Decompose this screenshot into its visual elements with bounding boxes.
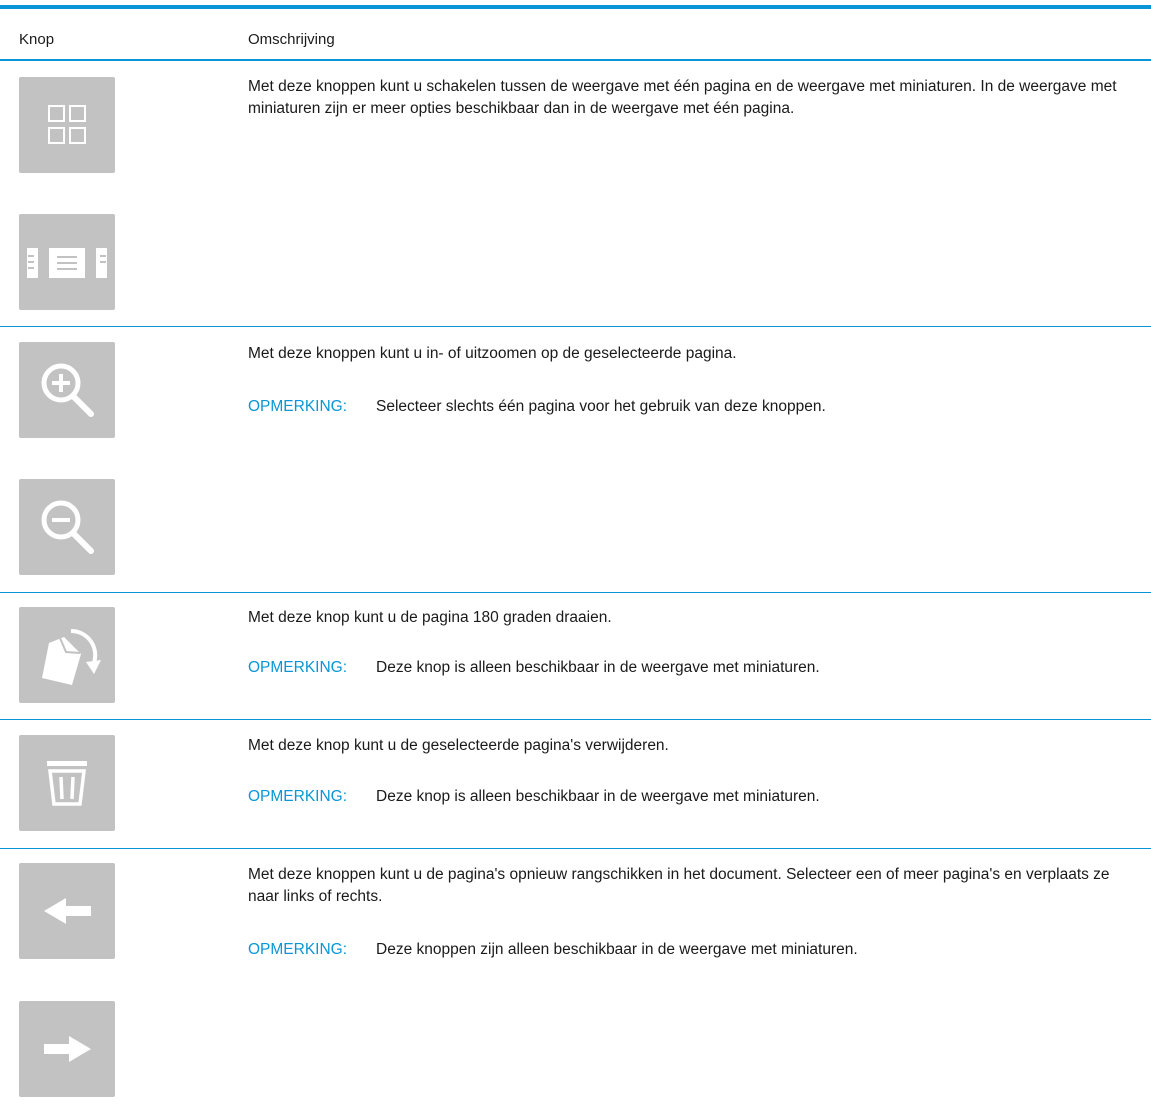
note-label: OPMERKING: [248, 398, 348, 415]
header-rule [0, 59, 1151, 61]
header-knop: Knop [19, 31, 55, 48]
arrow-left-icon [44, 898, 91, 924]
note: OPMERKING: Deze knoppen zijn alleen besch… [248, 939, 858, 961]
row-divider [0, 848, 1151, 849]
row-description: Met deze knoppen kunt u schakelen tussen… [248, 78, 1117, 117]
arrow-right-icon [44, 1036, 91, 1062]
button-description-table: Knop Omschrijving Met deze knoppen kunt … [0, 0, 1151, 1107]
note: OPMERKING: Deze knop is alleen beschikbaa… [248, 657, 820, 679]
note-text: Deze knop is alleen beschikbaar in de we… [376, 788, 820, 805]
note: OPMERKING: Selecteer slechts één pagina v… [248, 396, 826, 418]
zoom-in-icon [41, 363, 94, 417]
note-text: Deze knop is alleen beschikbaar in de we… [376, 659, 820, 676]
row-description: Met deze knop kunt u de geselecteerde pa… [248, 737, 669, 754]
zoom-out-button[interactable] [19, 479, 115, 575]
row-divider [0, 326, 1151, 327]
row-description: Met deze knoppen kunt u de pagina's opni… [248, 866, 1110, 905]
note-text: Selecteer slechts één pagina voor het ge… [376, 398, 826, 415]
rotate-button[interactable] [19, 607, 115, 703]
row-divider [0, 592, 1151, 593]
single-page-view-icon [27, 248, 107, 278]
thumbnails-view-button[interactable] [19, 77, 115, 173]
thumbnails-grid-icon [48, 105, 86, 144]
zoom-out-icon [41, 500, 94, 554]
table-header-row: Knop Omschrijving [0, 9, 1151, 60]
move-left-button[interactable] [19, 863, 115, 959]
note-label: OPMERKING: [248, 788, 348, 805]
zoom-in-button[interactable] [19, 342, 115, 438]
note: OPMERKING: Deze knop is alleen beschikbaa… [248, 786, 820, 808]
note-text: Deze knoppen zijn alleen beschikbaar in … [376, 941, 858, 958]
delete-button[interactable] [19, 735, 115, 831]
move-right-button[interactable] [19, 1001, 115, 1097]
note-label: OPMERKING: [248, 659, 348, 676]
row-description: Met deze knoppen kunt u in- of uitzoomen… [248, 345, 737, 362]
note-label: OPMERKING: [248, 941, 348, 958]
row-description: Met deze knop kunt u de pagina 180 grade… [248, 609, 612, 626]
single-page-view-button[interactable] [19, 214, 115, 310]
rotate-page-icon [42, 628, 101, 685]
header-omschrijving: Omschrijving [248, 31, 335, 48]
row-divider [0, 719, 1151, 720]
trash-icon [47, 761, 87, 806]
